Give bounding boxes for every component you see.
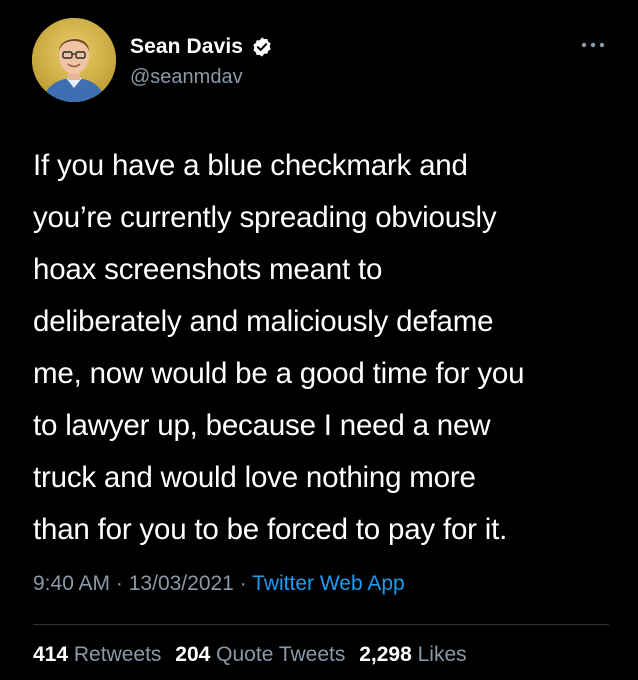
retweets-label: Retweets <box>73 643 162 666</box>
retweets-count: 414 <box>33 643 69 666</box>
more-options-icon[interactable] <box>580 37 606 48</box>
tweet-date[interactable]: 13/03/2021 <box>129 572 234 595</box>
tweet-text: If you have a blue checkmark and you’re … <box>33 149 525 546</box>
author-handle[interactable]: @seanmdav <box>130 66 243 89</box>
likes-count: 2,298 <box>359 643 412 666</box>
meta-separator: · <box>239 572 247 595</box>
quote-tweets-stat[interactable]: 204 Quote Tweets <box>175 643 345 666</box>
tweet-meta: 9:40 AM · 13/03/2021 · Twitter Web App <box>33 572 405 596</box>
quote-tweets-count: 204 <box>175 643 211 666</box>
tweet-time[interactable]: 9:40 AM <box>33 572 110 595</box>
author-display-name[interactable]: Sean Davis <box>130 35 243 59</box>
author-name-row[interactable]: Sean Davis <box>130 32 273 62</box>
verified-badge-icon <box>251 36 273 58</box>
retweets-stat[interactable]: 414 Retweets <box>33 643 161 666</box>
likes-stat[interactable]: 2,298 Likes <box>359 643 466 666</box>
tweet-source-link[interactable]: Twitter Web App <box>252 572 405 595</box>
likes-label: Likes <box>417 643 467 666</box>
divider <box>33 624 609 625</box>
tweet-stats: 414 Retweets 204 Quote Tweets 2,298 Like… <box>33 643 467 667</box>
meta-separator: · <box>115 572 123 595</box>
quote-tweets-label: Quote Tweets <box>216 643 346 666</box>
avatar[interactable] <box>32 18 116 102</box>
tweet: Sean Davis @seanmdav If you have a blue … <box>0 0 638 680</box>
avatar-image <box>32 18 116 102</box>
